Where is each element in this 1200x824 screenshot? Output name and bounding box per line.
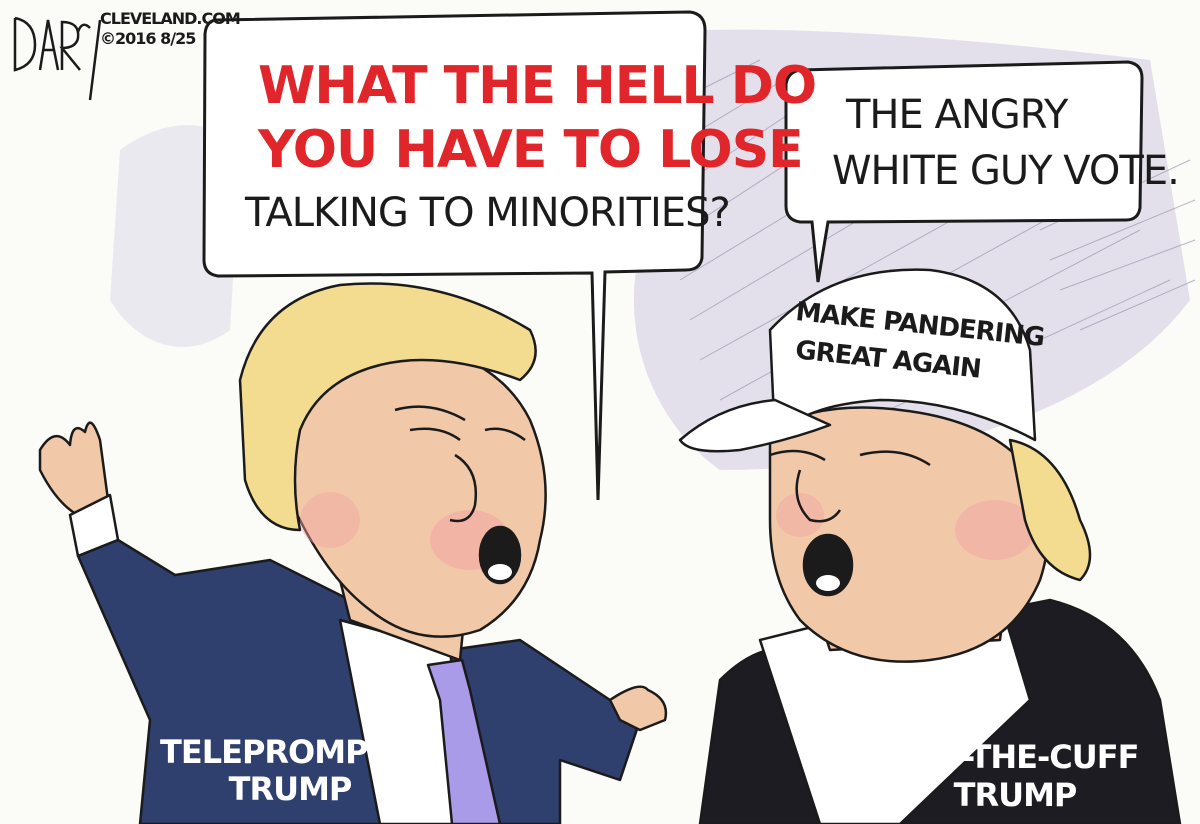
right-bubble-line-2: WHITE GUY VOTE. [832,148,1180,194]
left-bubble-line-3: TALKING TO MINORITIES? [245,190,731,236]
artist-signature-logo [13,16,102,101]
left-figure-label-line-1: TELEPROMPTER [160,733,434,771]
credit-copyright-date: ©2016 8/25 [100,29,196,48]
right-figure-label-line-1: OFF-THE-CUFF [895,738,1139,776]
left-figure-label-line-2: TRUMP [228,770,353,808]
right-figure-label-line-2: TRUMP [953,776,1078,814]
credit-website: CLEVELAND.COM [100,9,241,28]
left-bubble-line-2: YOU HAVE TO LOSE [258,120,804,180]
left-bubble-line-1: WHAT THE HELL DO [258,56,817,116]
cartoon-panel: CLEVELAND.COM ©2016 8/25 WHAT THE HELL D… [0,0,1200,824]
right-bubble-line-1: THE ANGRY [846,92,1068,138]
